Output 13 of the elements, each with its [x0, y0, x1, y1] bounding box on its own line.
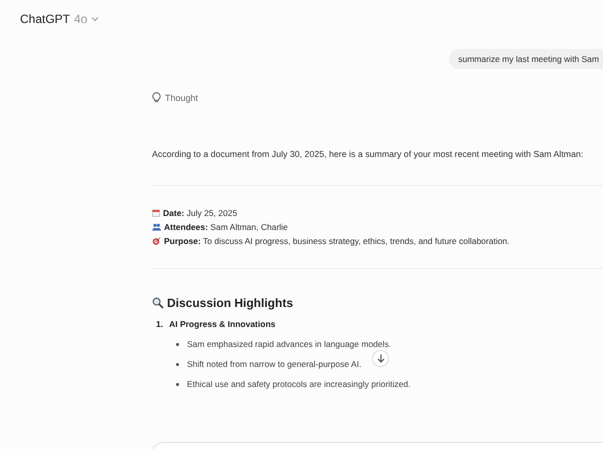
bullet-text: Sam emphasized rapid advances in language models.: [187, 339, 392, 349]
detail-text: Attendees: Sam Altman, Charlie: [164, 222, 288, 232]
bullet-text: Shift noted from narrow to general-purpose AI.: [187, 359, 362, 369]
item-number: 1.: [156, 319, 164, 329]
detail-text: Date: July 25, 2025: [163, 208, 238, 218]
section-heading: Discussion Highlights: [167, 296, 294, 310]
response-paragraph: According to a document from July 30, 2025, here is a summary of your most recent meeting with Sam Altman:: [152, 148, 584, 161]
app-title: ChatGPT: [20, 12, 70, 26]
item-title: AI Progress & Innovations: [169, 319, 276, 329]
detail-text: Purpose: To discuss AI progress, business strategy, ethics, trends, and future collaboration.: [164, 236, 510, 246]
user-message: summarize my last meeting with Sam: [449, 49, 603, 69]
bullet-text: Ethical use and safety protocols are increasingly prioritized.: [187, 379, 410, 389]
thought-toggle[interactable]: Thought: [152, 92, 198, 103]
